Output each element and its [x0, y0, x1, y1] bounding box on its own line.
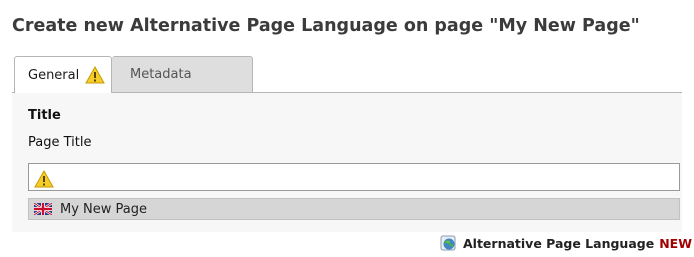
tab-metadata-label: Metadata: [130, 67, 192, 82]
record-type-indicator: Alternative Page Language NEW: [440, 233, 692, 253]
tab-general[interactable]: General: [14, 56, 112, 93]
page-title: Create new Alternative Page Language on …: [12, 16, 640, 36]
default-language-value: My New Page: [28, 198, 680, 220]
tab-bar: General Metadata: [14, 56, 253, 93]
new-badge: NEW: [659, 235, 692, 251]
record-type-label: Alternative Page Language: [463, 235, 655, 251]
uk-flag-icon: [34, 203, 52, 215]
warning-icon: [34, 170, 54, 188]
globe-icon: [440, 235, 456, 251]
page-title-label: Page Title: [28, 135, 92, 150]
tab-metadata[interactable]: Metadata: [112, 56, 253, 92]
warning-icon: [85, 66, 106, 84]
default-language-text: My New Page: [60, 201, 148, 217]
tab-general-label: General: [28, 67, 80, 83]
page-title-input[interactable]: [28, 163, 680, 191]
section-title: Title: [28, 108, 61, 123]
